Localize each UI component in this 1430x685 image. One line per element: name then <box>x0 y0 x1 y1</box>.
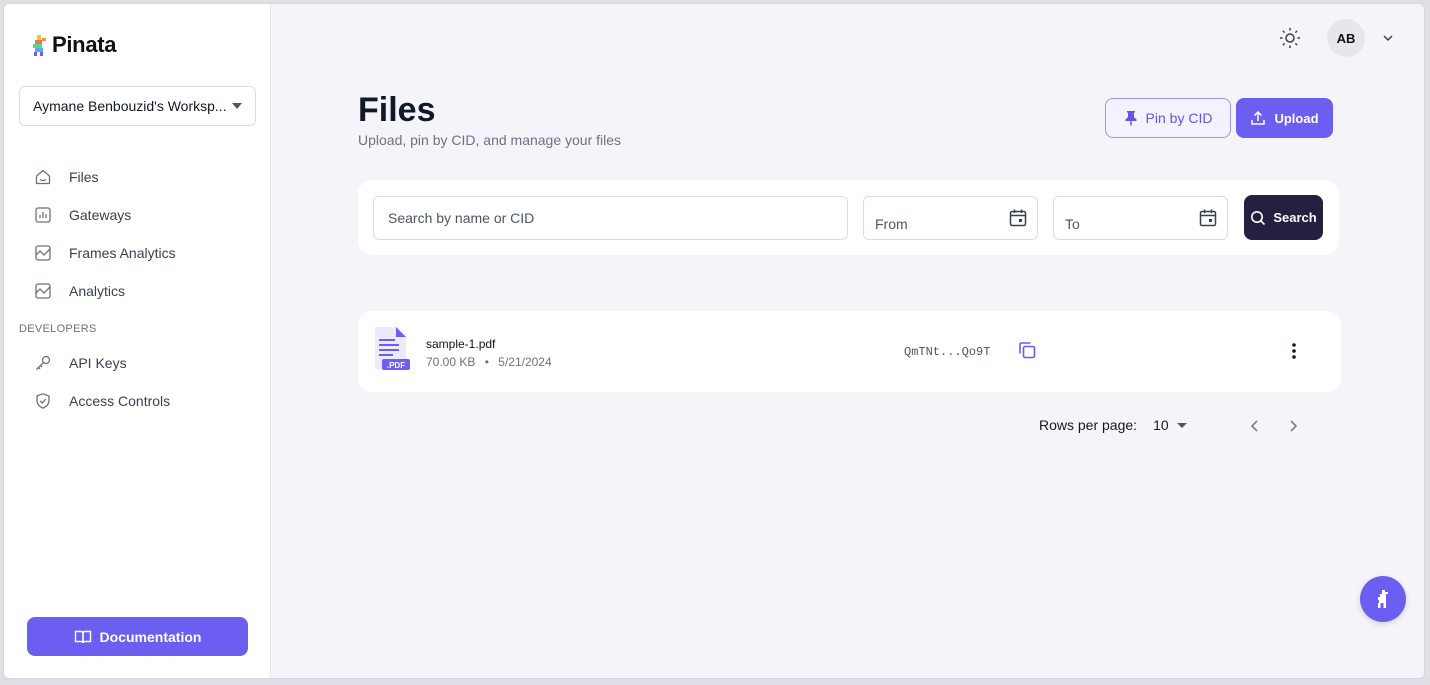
pin-icon <box>1125 111 1137 126</box>
pinata-logo-icon <box>33 35 46 56</box>
rows-per-page-value: 10 <box>1153 417 1169 433</box>
bar-chart-icon <box>35 207 51 223</box>
search-icon <box>1251 210 1266 225</box>
sidebar-item-label: Access Controls <box>69 393 171 409</box>
brand-name: Pinata <box>52 32 117 57</box>
main-content: AB Files Upload, pin by CID, and manage … <box>272 4 1424 678</box>
sidebar-item-label: Analytics <box>69 283 126 299</box>
sidebar-item-label: Files <box>69 169 99 185</box>
sidebar-item-label: Gateways <box>69 207 132 223</box>
sidebar-item-label: API Keys <box>69 355 127 371</box>
file-name[interactable]: sample-1.pdf <box>426 337 495 351</box>
search-panel: From To Searc <box>358 180 1339 255</box>
sidebar-item-label: Frames Analytics <box>69 245 176 261</box>
more-vertical-icon[interactable] <box>1286 341 1302 361</box>
rows-per-page-select[interactable]: 10 <box>1153 417 1187 433</box>
help-fab-button[interactable] <box>1360 576 1406 622</box>
chevron-down-icon[interactable] <box>1381 31 1395 45</box>
calendar-icon[interactable] <box>1198 208 1218 228</box>
file-size: 70.00 KB <box>426 355 476 369</box>
chevron-right-icon[interactable] <box>1285 418 1301 434</box>
rows-per-page-label: Rows per page: <box>1039 417 1138 433</box>
upload-label: Upload <box>1274 110 1319 126</box>
avatar-initials: AB <box>1336 30 1356 46</box>
file-cid: QmTNt...Qo9T <box>904 345 991 359</box>
pinata-bot-icon <box>1378 590 1388 608</box>
trend-chart-icon <box>35 283 51 299</box>
search-button[interactable]: Search <box>1244 195 1323 240</box>
documentation-label: Documentation <box>99 628 202 645</box>
sidebar-item-access-controls[interactable]: Access Controls <box>34 391 170 411</box>
sidebar-item-analytics[interactable]: Analytics <box>34 281 125 301</box>
file-date: 5/21/2024 <box>498 355 552 369</box>
shield-check-icon <box>36 393 50 409</box>
sidebar: Pinata Aymane Benbouzid's Worksp... File… <box>4 4 271 678</box>
chevron-left-icon[interactable] <box>1247 418 1263 434</box>
pin-by-cid-label: Pin by CID <box>1145 110 1213 126</box>
to-date-label: To <box>1065 216 1080 232</box>
documentation-button[interactable]: Documentation <box>27 617 248 656</box>
avatar[interactable]: AB <box>1327 19 1365 57</box>
file-meta: 70.00 KB • 5/21/2024 <box>426 355 552 369</box>
search-button-label: Search <box>1273 210 1317 225</box>
search-input[interactable] <box>373 196 848 240</box>
file-row[interactable]: .PDF sample-1.pdf 70.00 KB • 5/21/2024 Q… <box>358 311 1341 392</box>
page-title: Files <box>358 91 436 129</box>
caret-down-icon <box>232 103 242 109</box>
caret-down-icon <box>1176 422 1187 428</box>
upload-icon <box>1251 110 1266 125</box>
upload-button[interactable]: Upload <box>1236 98 1333 138</box>
home-icon <box>35 169 51 185</box>
developers-section-label: DEVELOPERS <box>19 323 97 335</box>
sun-icon[interactable] <box>1278 26 1302 50</box>
calendar-icon[interactable] <box>1008 208 1028 228</box>
book-icon <box>74 630 91 643</box>
page-subtitle: Upload, pin by CID, and manage your file… <box>358 132 622 148</box>
pinata-logo[interactable]: Pinata <box>30 32 117 58</box>
pdf-badge: .PDF <box>386 361 406 370</box>
workspace-name: Aymane Benbouzid's Worksp... <box>33 98 227 114</box>
app-window: Pinata Aymane Benbouzid's Worksp... File… <box>3 3 1425 679</box>
copy-icon[interactable] <box>1017 340 1037 360</box>
sidebar-item-api-keys[interactable]: API Keys <box>34 353 127 373</box>
from-date-field[interactable]: From <box>863 196 1038 240</box>
sidebar-item-frames-analytics[interactable]: Frames Analytics <box>34 243 176 263</box>
from-date-label: From <box>875 216 908 232</box>
to-date-field[interactable]: To <box>1053 196 1228 240</box>
sidebar-item-gateways[interactable]: Gateways <box>34 205 131 225</box>
meta-separator: • <box>484 355 489 369</box>
sidebar-item-files[interactable]: Files <box>34 167 99 187</box>
pagination: Rows per page: 10 <box>1039 417 1187 433</box>
workspace-selector[interactable]: Aymane Benbouzid's Worksp... <box>19 86 256 126</box>
pin-by-cid-button[interactable]: Pin by CID <box>1105 98 1231 138</box>
trend-chart-icon <box>35 245 51 261</box>
key-icon <box>36 355 51 370</box>
